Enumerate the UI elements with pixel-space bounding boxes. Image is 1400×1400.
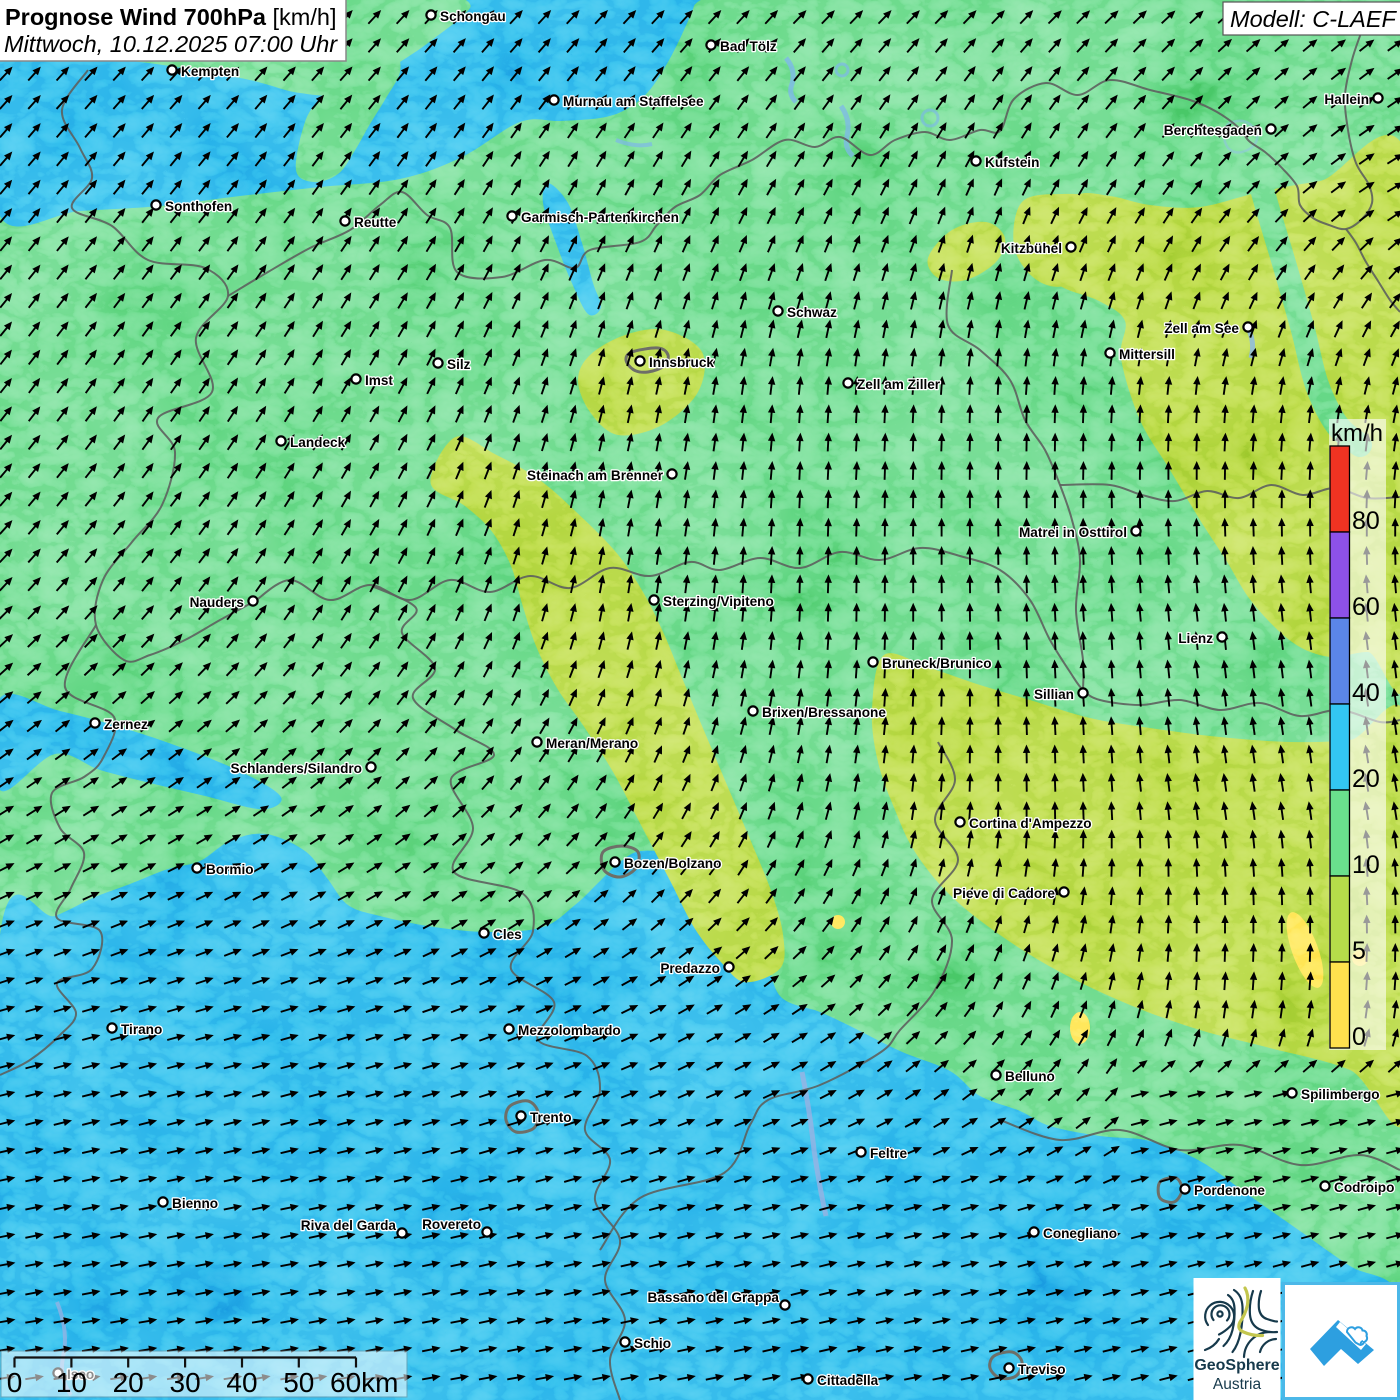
svg-text:Conegliano: Conegliano	[1043, 1226, 1117, 1241]
svg-text:Mezzolombardo: Mezzolombardo	[518, 1023, 621, 1038]
svg-text:Nauders: Nauders	[190, 595, 244, 610]
svg-text:Cortina d'Ampezzo: Cortina d'Ampezzo	[969, 816, 1092, 831]
svg-text:20: 20	[1352, 765, 1380, 793]
svg-text:Zell am Ziller: Zell am Ziller	[857, 377, 941, 392]
svg-text:50: 50	[283, 1367, 314, 1398]
svg-text:km/h: km/h	[1331, 420, 1383, 447]
svg-text:GeoSphere: GeoSphere	[1194, 1357, 1279, 1374]
svg-text:10: 10	[56, 1367, 87, 1398]
svg-text:Bassano del Grappa: Bassano del Grappa	[648, 1290, 780, 1305]
svg-text:Trento: Trento	[530, 1110, 572, 1125]
svg-text:Sillian: Sillian	[1034, 687, 1074, 702]
svg-text:Schongau: Schongau	[440, 9, 506, 24]
svg-text:Bienno: Bienno	[172, 1196, 218, 1211]
svg-text:Meran/Merano: Meran/Merano	[546, 736, 638, 751]
svg-text:Spilimbergo: Spilimbergo	[1301, 1087, 1380, 1102]
svg-text:Schwaz: Schwaz	[787, 305, 837, 320]
svg-text:0: 0	[7, 1367, 23, 1398]
svg-text:Cittadella: Cittadella	[817, 1373, 879, 1388]
svg-text:80: 80	[1352, 507, 1380, 535]
svg-text:Mittwoch, 10.12.2025 07:00 Uhr: Mittwoch, 10.12.2025 07:00 Uhr	[4, 31, 338, 57]
svg-text:60: 60	[1352, 593, 1380, 621]
svg-text:Brixen/Bressanone: Brixen/Bressanone	[762, 705, 886, 720]
svg-text:Murnau am Staffelsee: Murnau am Staffelsee	[563, 94, 704, 109]
svg-text:Garmisch-Partenkirchen: Garmisch-Partenkirchen	[521, 210, 679, 225]
svg-text:Zell am See: Zell am See	[1164, 321, 1239, 336]
svg-text:Zernez: Zernez	[104, 717, 148, 732]
svg-text:Modell: C-LAEF: Modell: C-LAEF	[1230, 6, 1397, 32]
svg-text:Mittersill: Mittersill	[1119, 347, 1175, 362]
svg-text:Kufstein: Kufstein	[985, 155, 1039, 170]
svg-text:Reutte: Reutte	[354, 215, 397, 230]
svg-text:Innsbruck: Innsbruck	[649, 355, 714, 370]
svg-text:Treviso: Treviso	[1018, 1362, 1066, 1377]
svg-text:Belluno: Belluno	[1005, 1069, 1055, 1084]
svg-text:Matrei in Osttirol: Matrei in Osttirol	[1019, 525, 1127, 540]
svg-text:Imst: Imst	[365, 373, 393, 388]
svg-text:Bad Tölz: Bad Tölz	[720, 39, 777, 54]
svg-text:Schlanders/Silandro: Schlanders/Silandro	[231, 761, 362, 776]
svg-text:Riva del Garda: Riva del Garda	[301, 1218, 397, 1233]
svg-text:40: 40	[226, 1367, 257, 1398]
svg-text:Schio: Schio	[634, 1336, 671, 1351]
svg-text:Cles: Cles	[493, 927, 522, 942]
svg-text:Sterzing/Vipiteno: Sterzing/Vipiteno	[663, 594, 774, 609]
svg-text:Bormio: Bormio	[206, 862, 254, 877]
svg-text:Pordenone: Pordenone	[1194, 1183, 1265, 1198]
svg-text:5: 5	[1352, 937, 1366, 965]
svg-text:Feltre: Feltre	[870, 1146, 907, 1161]
svg-text:Steinach am Brenner: Steinach am Brenner	[527, 468, 664, 483]
svg-text:60km: 60km	[330, 1367, 398, 1398]
svg-text:40: 40	[1352, 679, 1380, 707]
svg-text:Predazzo: Predazzo	[660, 961, 720, 976]
svg-text:Codroipo: Codroipo	[1334, 1180, 1394, 1195]
svg-text:30: 30	[170, 1367, 201, 1398]
svg-text:Berchtesgaden: Berchtesgaden	[1164, 123, 1262, 138]
svg-text:Kempten: Kempten	[181, 64, 239, 79]
svg-text:Rovereto: Rovereto	[422, 1217, 481, 1232]
svg-text:10: 10	[1352, 851, 1380, 879]
svg-text:Kitzbühel: Kitzbühel	[1001, 241, 1062, 256]
svg-text:Bozen/Bolzano: Bozen/Bolzano	[624, 856, 721, 871]
svg-text:Sonthofen: Sonthofen	[165, 199, 232, 214]
svg-text:Lienz: Lienz	[1178, 631, 1213, 646]
svg-text:Silz: Silz	[447, 357, 471, 372]
svg-text:Bruneck/Brunico: Bruneck/Brunico	[882, 656, 992, 671]
svg-text:Austria: Austria	[1213, 1376, 1262, 1393]
svg-text:Tirano: Tirano	[121, 1022, 162, 1037]
svg-text:20: 20	[113, 1367, 144, 1398]
svg-text:Prognose Wind 700hPa [km/h]: Prognose Wind 700hPa [km/h]	[5, 4, 336, 30]
svg-text:Landeck: Landeck	[290, 435, 346, 450]
svg-text:Hallein: Hallein	[1324, 92, 1369, 107]
svg-text:Pieve di Cadore: Pieve di Cadore	[953, 886, 1055, 901]
svg-text:0: 0	[1352, 1023, 1366, 1051]
